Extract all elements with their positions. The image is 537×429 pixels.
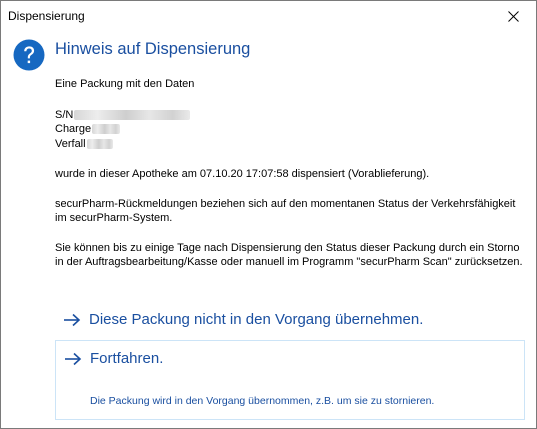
redacted-serial-number bbox=[74, 109, 191, 120]
title-bar: Dispensierung bbox=[1, 1, 536, 31]
serial-number-label: S/N bbox=[55, 108, 74, 121]
continue-label: Fortfahren. bbox=[90, 350, 164, 367]
close-button[interactable] bbox=[491, 1, 536, 31]
message-body: Eine Packung mit den Daten S/N Charge Ve… bbox=[55, 77, 525, 270]
arrow-right-icon bbox=[64, 313, 81, 326]
dialog-window: Dispensierung Hinweis auf Dispensierung … bbox=[0, 0, 537, 429]
dialog-heading: Hinweis auf Dispensierung bbox=[55, 40, 251, 58]
reject-package-command-link[interactable]: Diese Packung nicht in den Vorgang übern… bbox=[55, 305, 525, 339]
intro-text: Eine Packung mit den Daten bbox=[55, 78, 195, 90]
dispensed-text: wurde in dieser Apotheke am 07.10.20 17:… bbox=[55, 168, 430, 180]
expiry-label: Verfall bbox=[55, 137, 86, 150]
arrow-right-icon bbox=[65, 352, 82, 365]
package-data: S/N Charge Verfall bbox=[55, 108, 525, 152]
instructions-text: Sie können bis zu einige Tage nach Dispe… bbox=[55, 241, 523, 269]
batch-row: Charge bbox=[55, 122, 525, 137]
continue-command-link[interactable]: Fortfahren. Die Packung wird in den Vorg… bbox=[55, 340, 525, 420]
question-icon bbox=[13, 39, 45, 71]
expiry-row: Verfall bbox=[55, 137, 525, 152]
serial-number-row: S/N bbox=[55, 108, 525, 123]
continue-note: Die Packung wird in den Vorgang übernomm… bbox=[90, 395, 435, 407]
redacted-batch bbox=[92, 124, 121, 135]
batch-label: Charge bbox=[55, 123, 92, 135]
window-title: Dispensierung bbox=[8, 9, 85, 23]
info-text: securPharm-Rückmeldungen beziehen sich a… bbox=[55, 197, 516, 225]
redacted-expiry bbox=[86, 138, 113, 149]
reject-package-label: Diese Packung nicht in den Vorgang übern… bbox=[89, 311, 424, 328]
close-icon bbox=[508, 10, 519, 22]
